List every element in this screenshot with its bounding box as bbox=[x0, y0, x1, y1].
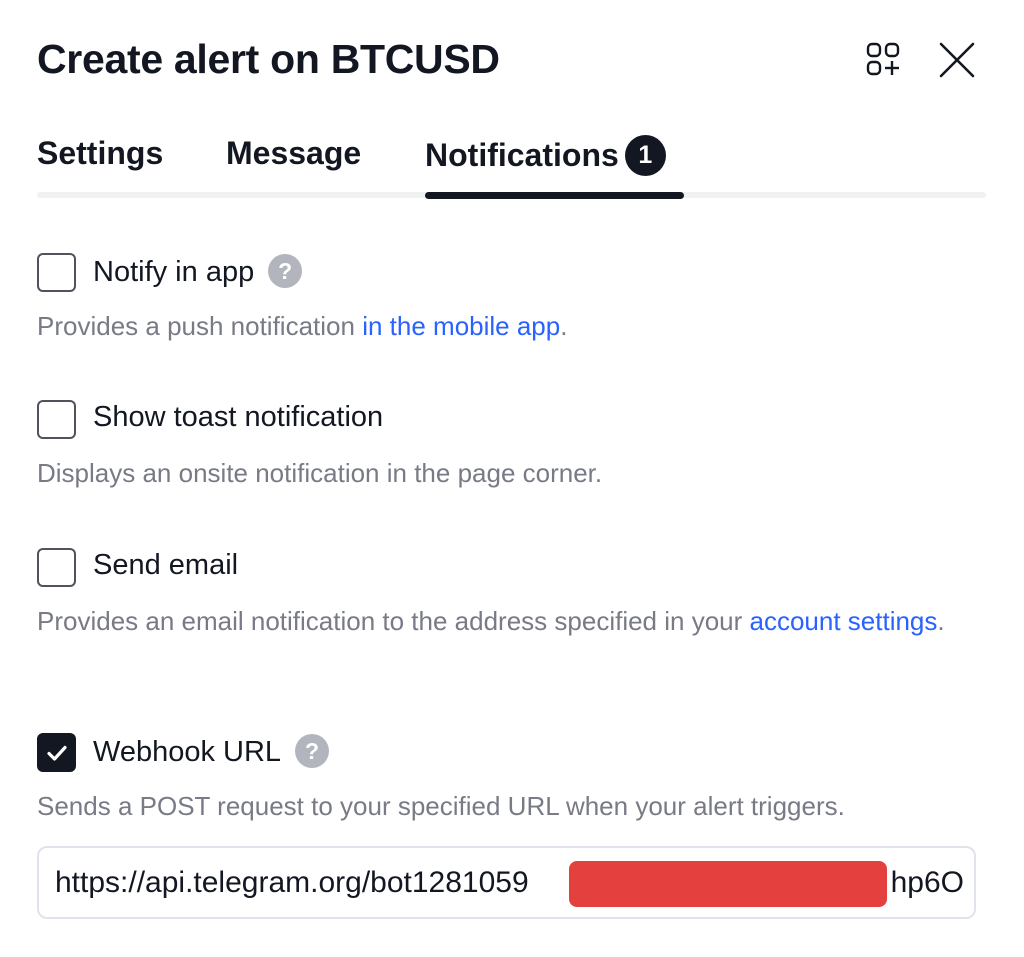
notify-in-app-option: Notify in app? Provides a push notificat… bbox=[37, 253, 984, 346]
url-visible-start: https://api.telegram.org/bot1281059 bbox=[55, 866, 529, 899]
account-settings-link[interactable]: account settings bbox=[750, 606, 938, 636]
url-visible-end: hp6O bbox=[890, 866, 964, 899]
desc-text: Provides an email notification to the ad… bbox=[37, 606, 750, 636]
create-alert-dialog: Create alert on BTCUSD Settings Message … bbox=[0, 0, 1024, 957]
checkmark-icon bbox=[47, 745, 67, 761]
tab-bar: Settings Message Notifications 1 bbox=[37, 135, 986, 201]
notify-in-app-checkbox[interactable] bbox=[37, 253, 76, 292]
dialog-title: Create alert on BTCUSD bbox=[37, 36, 500, 82]
send-email-checkbox[interactable] bbox=[37, 548, 76, 587]
help-icon[interactable]: ? bbox=[268, 254, 303, 288]
tab-message[interactable]: Message bbox=[226, 135, 361, 195]
tab-settings[interactable]: Settings bbox=[37, 135, 163, 195]
active-tab-indicator bbox=[425, 192, 684, 199]
send-email-label[interactable]: Send email bbox=[93, 549, 238, 582]
toast-notification-option: Show toast notification Displays an onsi… bbox=[37, 400, 984, 493]
templates-icon bbox=[866, 42, 900, 76]
close-icon bbox=[939, 42, 975, 78]
webhook-text: Webhook URL bbox=[93, 736, 282, 768]
templates-button[interactable] bbox=[862, 38, 906, 82]
mobile-app-link[interactable]: in the mobile app bbox=[362, 311, 560, 341]
tab-count-badge: 1 bbox=[624, 135, 666, 176]
tab-notifications[interactable]: Notifications 1 bbox=[425, 135, 684, 195]
desc-period: . bbox=[560, 311, 568, 341]
tab-notifications-label: Notifications bbox=[425, 137, 619, 173]
close-button[interactable] bbox=[935, 38, 979, 82]
help-icon[interactable]: ? bbox=[295, 734, 330, 768]
webhook-description: Sends a POST request to your specified U… bbox=[37, 791, 845, 821]
desc-text: Provides a push notification bbox=[37, 311, 363, 341]
notify-in-app-label[interactable]: Notify in app? bbox=[93, 254, 303, 289]
webhook-checkbox[interactable] bbox=[37, 733, 76, 772]
notify-in-app-description: Provides a push notification in the mobi… bbox=[37, 307, 984, 346]
toast-notification-description: Displays an onsite notification in the p… bbox=[37, 458, 603, 488]
webhook-url-input[interactable]: https://api.telegram.org/bot1281059 hp6O bbox=[37, 846, 976, 919]
toast-notification-label[interactable]: Show toast notification bbox=[93, 401, 383, 434]
redaction-overlay bbox=[569, 861, 887, 907]
send-email-option: Send email Provides an email notificatio… bbox=[37, 548, 984, 641]
notify-in-app-text: Notify in app bbox=[93, 256, 255, 288]
webhook-label[interactable]: Webhook URL? bbox=[93, 734, 330, 769]
desc-period: . bbox=[937, 606, 945, 636]
toast-notification-checkbox[interactable] bbox=[37, 400, 76, 439]
send-email-description: Provides an email notification to the ad… bbox=[37, 602, 984, 641]
webhook-option: Webhook URL? Sends a POST request to you… bbox=[37, 733, 984, 826]
